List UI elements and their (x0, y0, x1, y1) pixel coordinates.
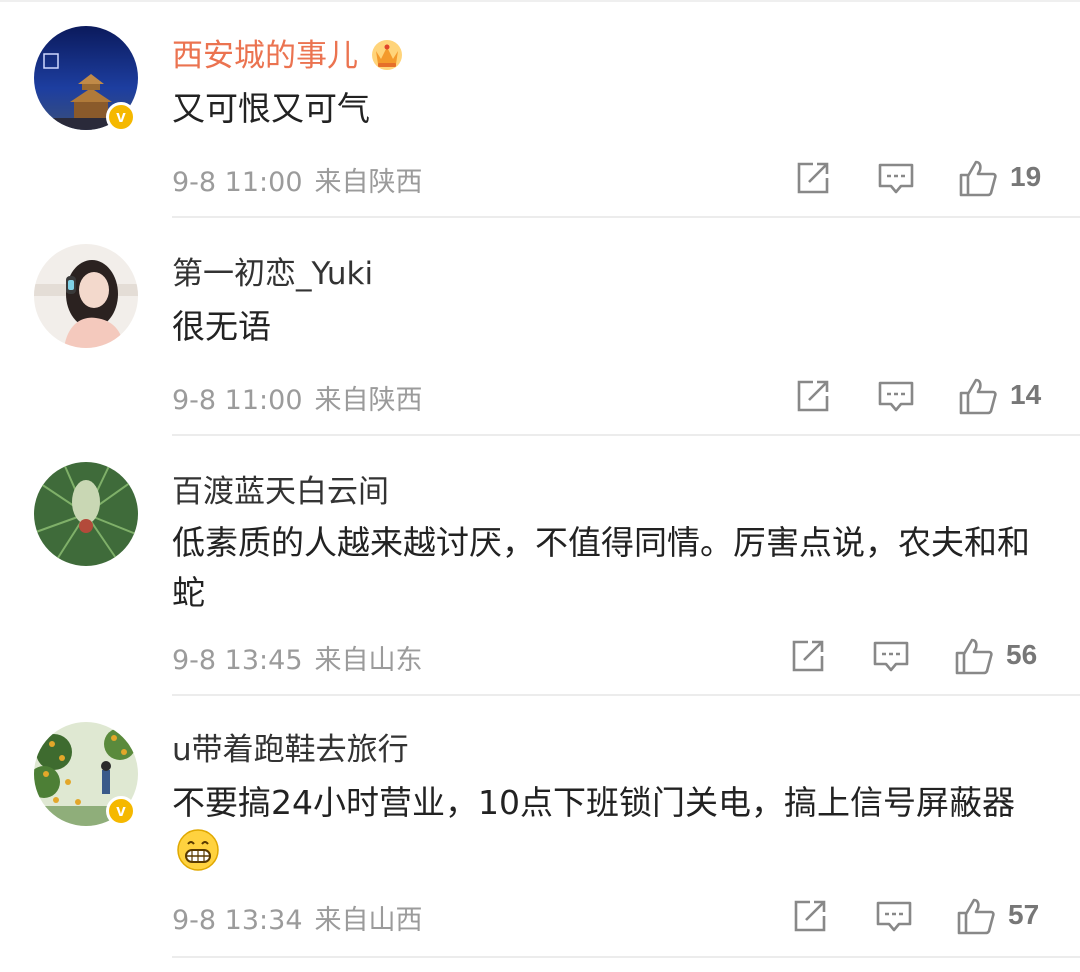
repost-icon[interactable] (795, 378, 831, 418)
comment-icon[interactable] (872, 640, 910, 678)
like-count: 14 (1010, 379, 1042, 410)
comment-item: v u带着跑鞋去旅行 不要搞24小时营业，10点下班锁门关电，搞上信号屏蔽器 9… (0, 696, 1080, 972)
comment-text: 很无语 (172, 307, 271, 346)
like-count: 57 (1008, 899, 1040, 930)
repost-icon[interactable] (790, 638, 826, 678)
verified-badge-icon: v (106, 102, 136, 132)
comment-text: 低素质的人越来越讨厌，不值得同情。厉害点说，农夫和和蛇 (172, 523, 1030, 612)
username[interactable]: 西安城的事儿 (172, 30, 404, 79)
like-count: 56 (1006, 639, 1038, 670)
username[interactable]: u带着跑鞋去旅行 (172, 724, 409, 769)
comment-time: 9-8 13:34 (172, 905, 303, 936)
comment-meta: 9-8 13:34 来自山西 (172, 898, 423, 937)
comment-icon[interactable] (875, 900, 913, 938)
comment-item: 第一初恋_Yuki 很无语 9-8 11:00 来自陕西 14 (0, 218, 1080, 436)
vip-crown-icon (370, 37, 404, 79)
divider (172, 956, 1080, 958)
username[interactable]: 第一初恋_Yuki (172, 248, 373, 293)
like-icon[interactable] (958, 376, 998, 420)
like-icon[interactable] (958, 158, 998, 202)
repost-icon[interactable] (792, 898, 828, 938)
comment-text-content: 不要搞24小时营业，10点下班锁门关电，搞上信号屏蔽器 (172, 783, 1015, 822)
comment-location: 来自山东 (314, 645, 423, 676)
comment-location: 来自山西 (314, 905, 423, 936)
like-icon[interactable] (954, 636, 994, 680)
comment-meta: 9-8 13:45 来自山东 (172, 638, 423, 677)
comment-time: 9-8 11:00 (172, 385, 303, 416)
comment-icon[interactable] (877, 162, 915, 200)
comment-icon[interactable] (877, 380, 915, 418)
like-count: 19 (1010, 161, 1042, 192)
verified-badge-icon: v (106, 796, 136, 826)
comment-item: v 西安城的事儿 又可恨又可气 9-8 11:00 来自陕西 19 (0, 0, 1080, 218)
comment-item: 百渡蓝天白云间 低素质的人越来越讨厌，不值得同情。厉害点说，农夫和和蛇 9-8 … (0, 436, 1080, 696)
comment-location: 来自陕西 (314, 385, 423, 416)
repost-icon[interactable] (795, 160, 831, 200)
like-icon[interactable] (956, 896, 996, 940)
comment-text: 不要搞24小时营业，10点下班锁门关电，搞上信号屏蔽器 (172, 778, 1052, 886)
comment-meta: 9-8 11:00 来自陕西 (172, 160, 423, 199)
comment-location: 来自陕西 (314, 167, 423, 198)
username[interactable]: 百渡蓝天白云间 (172, 466, 389, 511)
grin-emoji-icon (176, 828, 220, 886)
comment-time: 9-8 11:00 (172, 167, 303, 198)
avatar[interactable] (34, 462, 138, 566)
comment-text: 又可恨又可气 (172, 89, 370, 128)
comment-meta: 9-8 11:00 来自陕西 (172, 378, 423, 417)
comment-time: 9-8 13:45 (172, 645, 303, 676)
avatar[interactable] (34, 244, 138, 348)
